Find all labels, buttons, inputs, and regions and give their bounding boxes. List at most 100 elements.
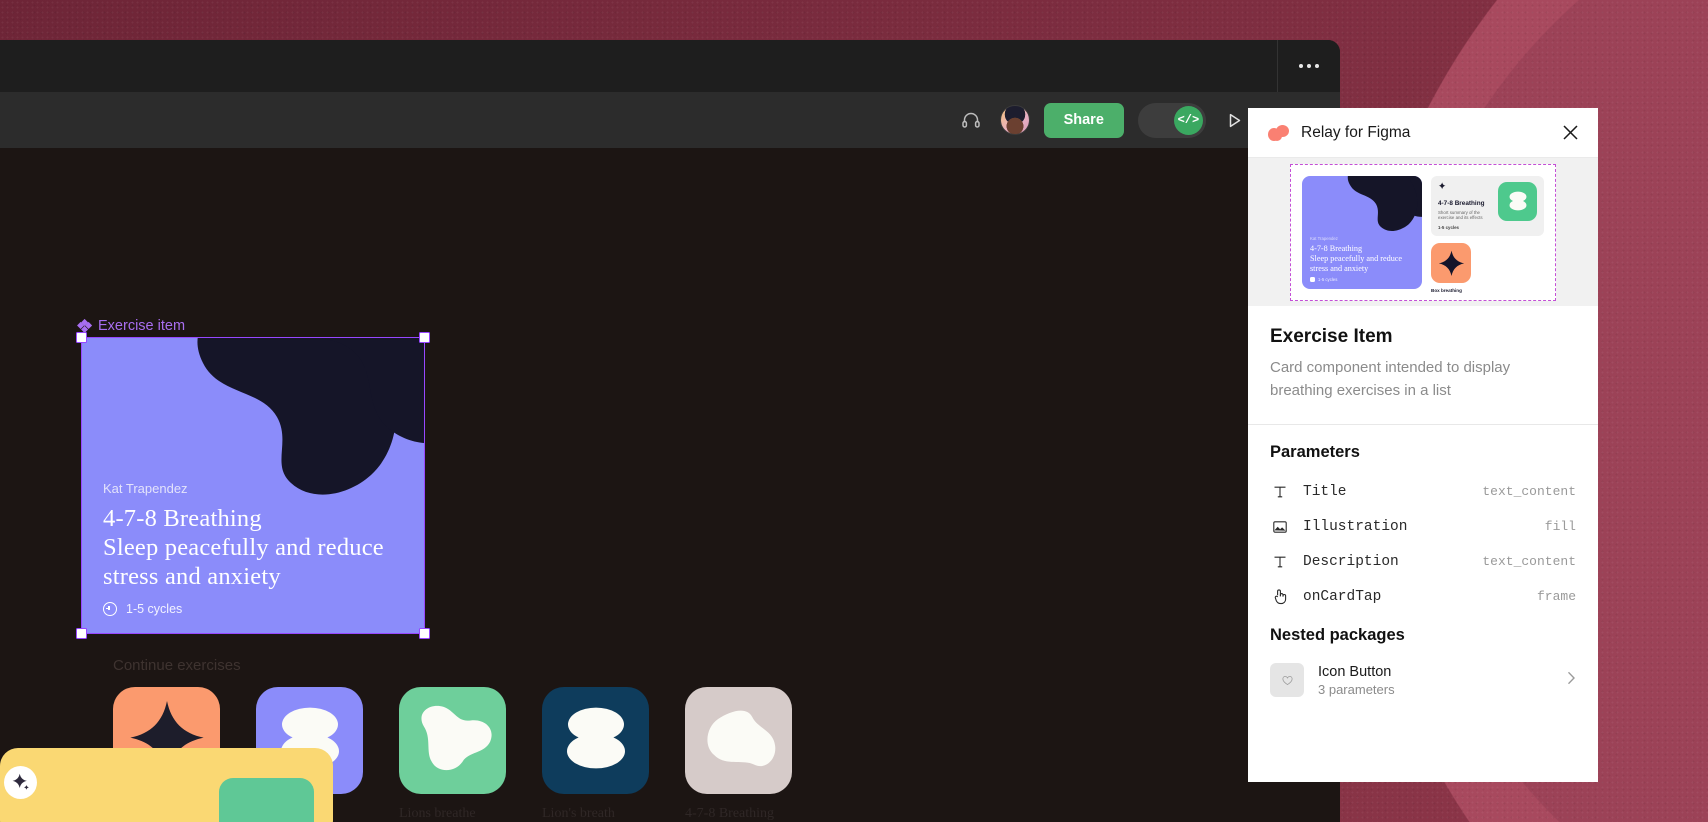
exercise-tile-thumb[interactable]: [399, 687, 506, 794]
exercise-tile-label: Lions breathe: [399, 806, 476, 821]
text-icon: [1270, 552, 1290, 572]
parameters-section: Parameters Title text_content Illustration…: [1248, 425, 1598, 620]
clock-icon: [103, 602, 117, 616]
more-options-button[interactable]: [1277, 40, 1340, 92]
preview-clock-icon: [1310, 276, 1315, 282]
parameter-type: text_content: [1482, 554, 1576, 569]
window-titlebar: [0, 40, 1340, 92]
preview-card-author: Kat Trapendez: [1310, 236, 1338, 242]
text-icon: [1270, 482, 1290, 502]
parameters-heading: Parameters: [1270, 443, 1360, 461]
blob-two-icon: [556, 698, 636, 783]
relay-logo-icon: [1268, 124, 1290, 141]
preview-list-meta: 1-5 cycles: [1438, 225, 1459, 231]
chevron-right-icon[interactable]: [1567, 671, 1576, 690]
titlebar-divider: [1277, 40, 1278, 92]
figma-toolbar: Share </> 100%: [0, 92, 1340, 148]
dev-mode-toggle[interactable]: </>: [1137, 102, 1206, 138]
preview-green-tile: [1498, 181, 1537, 221]
package-preview-area: Kat Trapendez 4-7-8 Breathing Sleep peac…: [1248, 158, 1598, 306]
blob-soft-icon: [699, 700, 779, 781]
nested-package-row[interactable]: Icon Button 3 parameters: [1270, 657, 1576, 703]
ellipsis-icon: [1298, 64, 1319, 68]
nested-package-count: 3 parameters: [1318, 681, 1395, 697]
preview-orange-tile: [1431, 243, 1471, 284]
component-icon: [76, 318, 93, 334]
parameter-row[interactable]: Title text_content: [1270, 474, 1576, 509]
parameter-type: fill: [1544, 519, 1576, 534]
preview-orange-block: Box breathing: [1431, 243, 1544, 293]
preview-card: Kat Trapendez 4-7-8 Breathing Sleep peac…: [1302, 175, 1422, 289]
preview-card-meta: 1-5 cycles: [1310, 276, 1416, 282]
card-title: 4-7-8 Breathing: [103, 505, 262, 533]
preview-card-subtitle: Sleep peacefully and reduce stress and a…: [1310, 253, 1403, 273]
frame-name-text: Exercise item: [98, 318, 186, 334]
card-meta-text: 1-5 cycles: [126, 602, 183, 616]
preview-list-item: 4-7-8 Breathing Short summary of the exe…: [1431, 175, 1544, 237]
parameter-name: Description: [1303, 553, 1399, 570]
sparkle-badge-icon: [4, 766, 37, 799]
plugin-title: Relay for Figma: [1301, 123, 1411, 141]
nested-package-text: Icon Button 3 parameters: [1318, 664, 1553, 697]
figma-canvas[interactable]: Exercise item Kat Trapendez 4-7-8 Breath…: [0, 148, 1340, 822]
card-meta: 1-5 cycles: [103, 602, 409, 616]
tap-icon: [1270, 587, 1290, 607]
present-play-icon[interactable]: [1220, 105, 1250, 135]
frame-name-label[interactable]: Exercise item: [76, 318, 186, 334]
card-subtitle: Sleep peacefully and reduce stress and a…: [103, 534, 384, 591]
preview-card-title: 4-7-8 Breathing: [1310, 243, 1363, 253]
continue-exercises-heading: Continue exercises: [113, 657, 241, 674]
parameter-row[interactable]: Illustration fill: [1270, 509, 1576, 544]
preview-list-text: 4-7-8 Breathing Short summary of the exe…: [1438, 181, 1492, 231]
heart-icon: [1270, 663, 1304, 697]
code-icon: </>: [1173, 105, 1203, 135]
package-description: Card component intended to display breat…: [1270, 359, 1511, 399]
plugin-header: Relay for Figma: [1248, 108, 1598, 158]
exercise-tile-item[interactable]: 4-7-8 Breathing: [685, 687, 792, 822]
headphones-icon[interactable]: [956, 105, 986, 135]
exercise-tile-thumb[interactable]: [542, 687, 649, 794]
image-icon: [1270, 517, 1290, 537]
sparkle-icon: [1438, 181, 1446, 189]
nested-packages-section: Nested packages Icon Button 3 parameters: [1248, 620, 1598, 782]
relay-plugin-panel: Relay for Figma Kat Trapendez 4-7-8 Brea…: [1248, 108, 1598, 782]
card-text-block: Kat Trapendez 4-7-8 Breathing Sleep peac…: [103, 481, 409, 616]
exercise-tile-item[interactable]: Lion's breath: [542, 687, 649, 822]
avatar[interactable]: [999, 105, 1030, 135]
yellow-card-green-block: [219, 778, 314, 822]
preview-orange-label: Box breathing: [1431, 288, 1462, 294]
preview-list-desc: Short summary of the exercise and its ef…: [1438, 209, 1483, 221]
exercise-card[interactable]: Kat Trapendez 4-7-8 Breathing Sleep peac…: [81, 337, 425, 634]
blob-wide-icon: [412, 699, 494, 782]
close-icon[interactable]: [1556, 119, 1584, 147]
parameter-type: frame: [1536, 589, 1576, 604]
nested-packages-list: Icon Button 3 parameters: [1270, 657, 1576, 703]
parameter-name: Title: [1303, 483, 1347, 500]
exercise-tile-thumb[interactable]: [685, 687, 792, 794]
exercise-tile-label: Lion's breath: [542, 806, 615, 821]
preview-right-column: 4-7-8 Breathing Short summary of the exe…: [1431, 175, 1544, 293]
parameters-list: Title text_content Illustration fill Descrip…: [1270, 474, 1576, 614]
nested-package-name: Icon Button: [1318, 663, 1392, 680]
sparkle-icon: [1438, 250, 1464, 276]
blob-two-icon: [1509, 191, 1526, 211]
preview-frame: Kat Trapendez 4-7-8 Breathing Sleep peac…: [1290, 163, 1556, 301]
card-author: Kat Trapendez: [103, 481, 188, 497]
exercise-tile-label: 4-7-8 Breathing: [685, 806, 775, 821]
parameter-row[interactable]: Description text_content: [1270, 544, 1576, 579]
preview-card-meta-text: 1-5 cycles: [1318, 276, 1338, 282]
preview-list-title: 4-7-8 Breathing: [1438, 199, 1485, 207]
nested-packages-heading: Nested packages: [1270, 626, 1405, 644]
figma-app-window: Share </> 100% Exercise item Kat Trapend…: [0, 40, 1340, 822]
preview-card-text: Kat Trapendez 4-7-8 Breathing Sleep peac…: [1310, 236, 1416, 282]
share-button[interactable]: Share: [1043, 102, 1124, 138]
package-name: Exercise Item: [1270, 326, 1393, 347]
preview-card-blob: [1347, 175, 1422, 231]
package-description-block: Exercise Item Card component intended to…: [1248, 306, 1598, 425]
parameter-name: onCardTap: [1303, 588, 1382, 605]
parameter-name: Illustration: [1303, 518, 1408, 535]
parameter-type: text_content: [1482, 484, 1576, 499]
yellow-card-peek[interactable]: [0, 748, 333, 822]
exercise-tile-item[interactable]: Lions breathe: [399, 687, 506, 822]
parameter-row[interactable]: onCardTap frame: [1270, 579, 1576, 614]
